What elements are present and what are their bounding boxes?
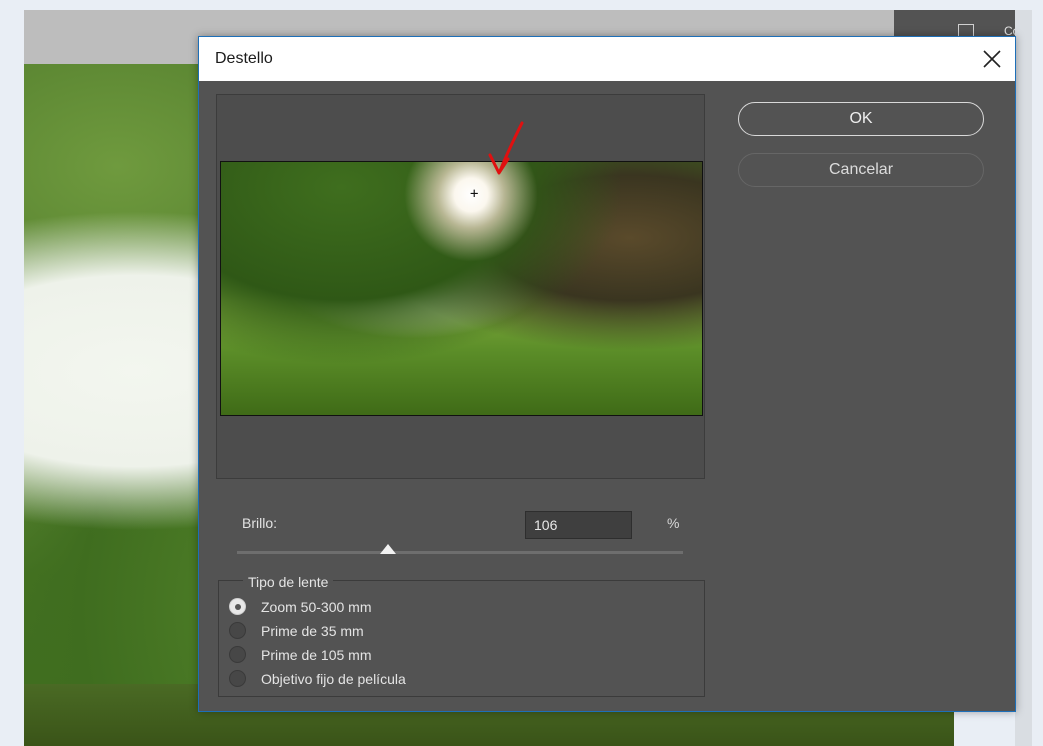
red-arrow-annotation	[488, 121, 524, 175]
ok-button[interactable]: OK	[738, 102, 984, 136]
radio-button[interactable]	[229, 622, 246, 639]
brightness-label: Brillo:	[242, 515, 278, 531]
lens-option-prime-35[interactable]: Prime de 35 mm	[229, 620, 529, 642]
radio-button[interactable]	[229, 670, 246, 687]
lens-option-zoom[interactable]: Zoom 50-300 mm	[229, 596, 529, 618]
lens-option-label: Prime de 105 mm	[261, 647, 372, 663]
brightness-slider-track[interactable]	[237, 551, 683, 554]
dialog-titlebar[interactable]: Destello	[199, 37, 1015, 81]
brightness-input[interactable]: 106	[525, 511, 632, 539]
lens-type-legend: Tipo de lente	[243, 574, 334, 590]
lens-flare-dialog: Destello + Brillo: 106 % Tipo de lente Z…	[198, 36, 1016, 712]
lens-option-movie-prime[interactable]: Objetivo fijo de película	[229, 668, 529, 690]
lens-option-label: Zoom 50-300 mm	[261, 599, 372, 615]
lens-option-prime-105[interactable]: Prime de 105 mm	[229, 644, 529, 666]
dialog-title: Destello	[215, 50, 273, 67]
brightness-unit: %	[667, 515, 680, 531]
close-button[interactable]	[975, 43, 1009, 75]
brightness-slider-thumb[interactable]	[380, 544, 396, 554]
preview-image[interactable]: +	[220, 161, 703, 416]
lens-option-label: Prime de 35 mm	[261, 623, 364, 639]
preview-area: +	[216, 94, 705, 479]
lens-option-label: Objetivo fijo de película	[261, 671, 406, 687]
cancel-button[interactable]: Cancelar	[738, 153, 984, 187]
scrollbar-strip[interactable]	[1015, 10, 1032, 746]
flare-center-crosshair-icon[interactable]: +	[470, 187, 478, 201]
radio-button[interactable]	[229, 646, 246, 663]
radio-button[interactable]	[229, 598, 246, 615]
close-icon	[983, 50, 1001, 68]
